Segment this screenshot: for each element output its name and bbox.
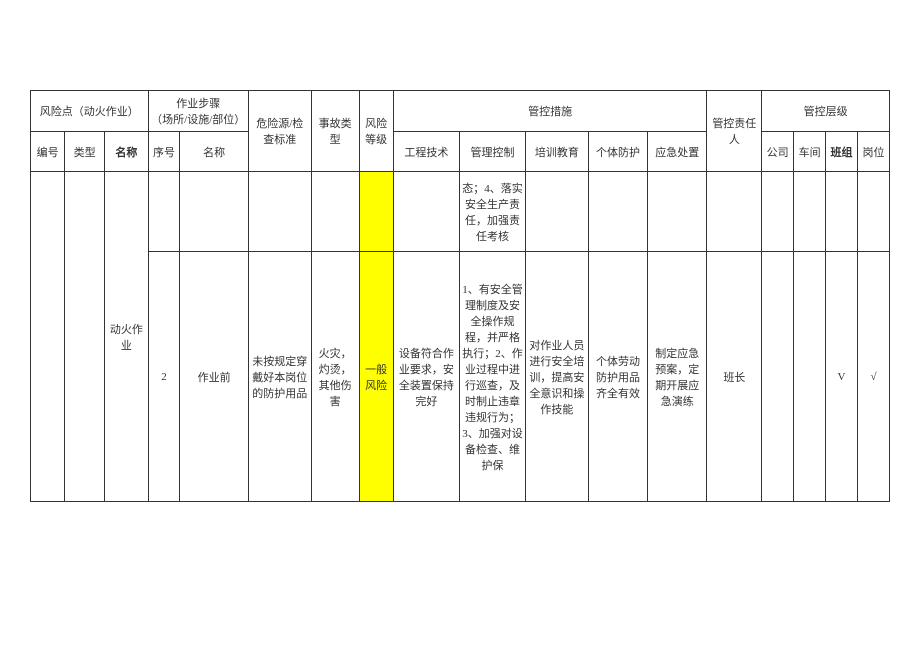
header-workshop: 车间 xyxy=(794,132,826,172)
cell-engineering: 设备符合作业要求，安全装置保持完好 xyxy=(393,252,459,502)
header-risk-point: 风险点（动火作业） xyxy=(31,91,149,132)
table-row-main: 2 作业前 未按规定穿戴好本岗位的防护用品 火灾，灼烫，其他伤害 一般风险 设备… xyxy=(31,252,890,502)
cell-resp-empty xyxy=(707,172,762,252)
cell-hazard: 未按规定穿戴好本岗位的防护用品 xyxy=(248,252,311,502)
cell-accident-empty xyxy=(311,172,359,252)
cell-seq-empty xyxy=(148,172,180,252)
header-risk-level: 风险等级 xyxy=(359,91,393,172)
header-training: 培训教育 xyxy=(526,132,589,172)
table-row-partial: 动火作业 态；4、落实安全生产责任，加强责任考核 xyxy=(31,172,890,252)
cell-step-name: 作业前 xyxy=(180,252,248,502)
cell-stepname-empty xyxy=(180,172,248,252)
cell-emerg-empty xyxy=(648,172,707,252)
cell-post-empty xyxy=(858,172,890,252)
cell-train-empty xyxy=(526,172,589,252)
cell-risk-level: 一般风险 xyxy=(359,252,393,502)
cell-name: 动火作业 xyxy=(105,172,148,502)
cell-ppe: 个体劳动防护用品齐全有效 xyxy=(588,252,647,502)
cell-team-empty xyxy=(826,172,858,252)
cell-eng-empty xyxy=(393,172,459,252)
cell-hazard-empty xyxy=(248,172,311,252)
header-accident-type: 事故类型 xyxy=(311,91,359,172)
cell-type-empty xyxy=(65,172,105,502)
header-control-measures: 管控措施 xyxy=(393,91,707,132)
cell-company xyxy=(762,252,794,502)
header-hazard: 危险源/检查标准 xyxy=(248,91,311,172)
header-responsible: 管控责任人 xyxy=(707,91,762,172)
header-post: 岗位 xyxy=(858,132,890,172)
table-header-row-1: 风险点（动火作业） 作业步骤 （场所/设施/部位） 危险源/检查标准 事故类型 … xyxy=(31,91,890,132)
header-ppe: 个体防护 xyxy=(588,132,647,172)
cell-risk-empty xyxy=(359,172,393,252)
cell-post: √ xyxy=(858,252,890,502)
cell-workshop xyxy=(794,252,826,502)
header-step-name: 名称 xyxy=(180,132,248,172)
cell-emergency: 制定应急预案，定期开展应急演练 xyxy=(648,252,707,502)
header-name: 名称 xyxy=(105,132,148,172)
header-emergency: 应急处置 xyxy=(648,132,707,172)
cell-company-empty xyxy=(762,172,794,252)
header-engineering: 工程技术 xyxy=(393,132,459,172)
cell-mgmt-partial: 态；4、落实安全生产责任，加强责任考核 xyxy=(459,172,525,252)
cell-id-empty xyxy=(31,172,65,502)
risk-assessment-table: 风险点（动火作业） 作业步骤 （场所/设施/部位） 危险源/检查标准 事故类型 … xyxy=(30,90,890,502)
cell-ppe-empty xyxy=(588,172,647,252)
cell-management: 1、有安全管理制度及安全操作规程，并严格执行；2、作业过程中进行巡查，及时制止违… xyxy=(459,252,525,502)
header-team: 班组 xyxy=(826,132,858,172)
cell-responsible: 班长 xyxy=(707,252,762,502)
header-step-group: 作业步骤 （场所/设施/部位） xyxy=(148,91,248,132)
header-management: 管理控制 xyxy=(459,132,525,172)
cell-accident-type: 火灾，灼烫，其他伤害 xyxy=(311,252,359,502)
header-type: 类型 xyxy=(65,132,105,172)
header-id: 编号 xyxy=(31,132,65,172)
header-company: 公司 xyxy=(762,132,794,172)
cell-team: V xyxy=(826,252,858,502)
cell-seq: 2 xyxy=(148,252,180,502)
header-seq: 序号 xyxy=(148,132,180,172)
header-control-level: 管控层级 xyxy=(762,91,890,132)
cell-training: 对作业人员进行安全培训，提高安全意识和操作技能 xyxy=(526,252,589,502)
cell-workshop-empty xyxy=(794,172,826,252)
